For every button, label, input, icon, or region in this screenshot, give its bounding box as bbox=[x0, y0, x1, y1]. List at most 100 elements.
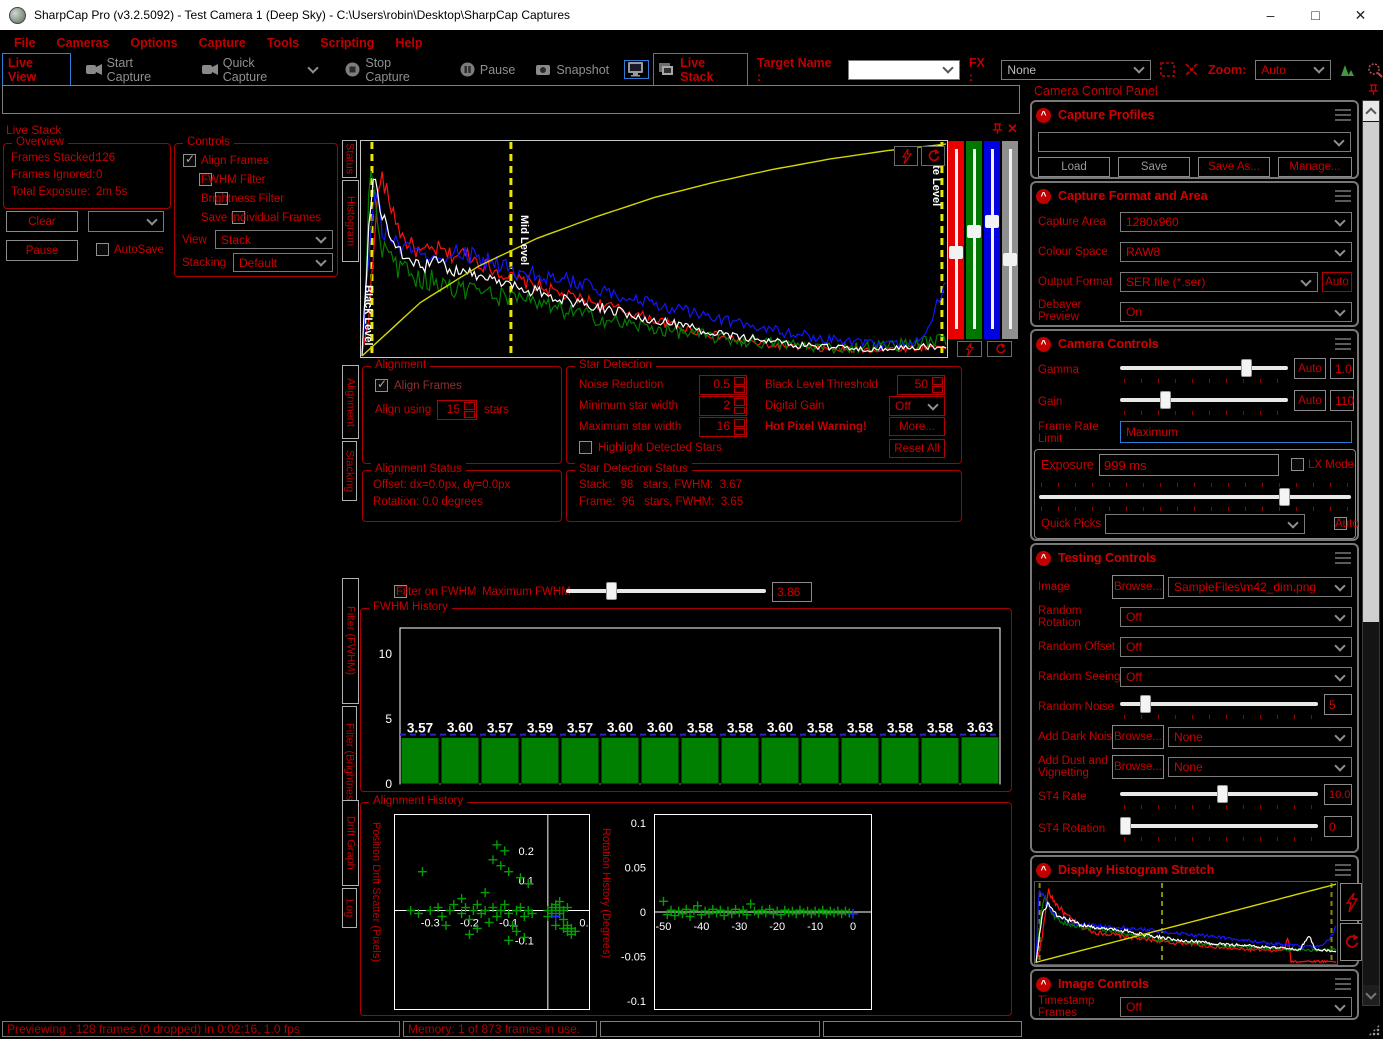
stretch-apply-button[interactable] bbox=[957, 341, 982, 357]
align-frames-checkbox-2[interactable] bbox=[375, 377, 388, 392]
save-as-profile-button[interactable]: Save As... bbox=[1198, 157, 1270, 177]
output-format-select[interactable]: SER file (*.ser) bbox=[1120, 272, 1318, 292]
snapshot-button[interactable]: Snapshot bbox=[530, 60, 615, 80]
panel-scrollbar[interactable] bbox=[1362, 100, 1380, 1006]
random-noise-slider[interactable] bbox=[1120, 695, 1318, 713]
stretch-reset-button[interactable] bbox=[987, 341, 1012, 357]
tab-stacking[interactable]: Stacking bbox=[342, 441, 357, 501]
scroll-up-button[interactable] bbox=[1363, 101, 1379, 121]
quick-capture-button[interactable]: Quick Capture bbox=[196, 53, 331, 87]
collapse-icon[interactable]: ^ bbox=[1036, 976, 1051, 992]
load-profile-button[interactable]: Load bbox=[1038, 157, 1110, 177]
close-button[interactable]: ✕ bbox=[1338, 0, 1383, 30]
lx-mode-checkbox[interactable] bbox=[1291, 458, 1304, 471]
gain-auto-button[interactable]: Auto bbox=[1294, 390, 1326, 411]
stacking-select[interactable]: Default bbox=[233, 253, 333, 272]
pin-icon[interactable] bbox=[1368, 84, 1379, 96]
reset-stretch-button[interactable] bbox=[921, 146, 945, 166]
slider-thumb[interactable] bbox=[985, 214, 999, 228]
target-name-select[interactable] bbox=[848, 59, 960, 80]
collapse-icon[interactable]: ^ bbox=[1036, 336, 1051, 352]
section-menu-icon[interactable] bbox=[1335, 114, 1351, 116]
view-select[interactable]: Stack bbox=[215, 230, 333, 249]
clear-button[interactable]: Clear bbox=[6, 211, 78, 232]
manage-profiles-button[interactable]: Manage... bbox=[1278, 157, 1352, 177]
green-level-slider[interactable] bbox=[966, 141, 982, 339]
collapse-icon[interactable]: ^ bbox=[1036, 862, 1051, 878]
collapse-icon[interactable]: ^ bbox=[1036, 188, 1051, 204]
tab-filter-fwhm[interactable]: Filter (FWHM) bbox=[342, 578, 359, 704]
collapse-icon[interactable]: ^ bbox=[1036, 550, 1051, 566]
slider-thumb[interactable] bbox=[967, 224, 981, 238]
scrollbar-thumb[interactable] bbox=[1363, 122, 1379, 622]
min-star-width-spinner[interactable]: 2 bbox=[699, 396, 747, 416]
random-offset-select[interactable]: Off bbox=[1120, 637, 1352, 657]
menu-capture[interactable]: Capture bbox=[199, 36, 246, 50]
align-stars-spinner[interactable]: 15 bbox=[437, 400, 477, 420]
auto-stretch-button[interactable] bbox=[894, 146, 918, 166]
resize-grip[interactable] bbox=[1368, 1024, 1380, 1036]
st4-rotation-slider[interactable] bbox=[1120, 817, 1318, 835]
align-frames-checkbox[interactable] bbox=[183, 152, 196, 167]
capture-area-select[interactable]: 1280x960 bbox=[1120, 212, 1352, 232]
max-star-width-spinner[interactable]: 16 bbox=[699, 417, 747, 437]
red-level-slider[interactable] bbox=[948, 141, 964, 339]
menu-options[interactable]: Options bbox=[130, 36, 177, 50]
maximize-button[interactable]: □ bbox=[1293, 0, 1338, 30]
display-stretch-chart[interactable] bbox=[1034, 881, 1338, 965]
output-format-auto-button[interactable]: Auto bbox=[1322, 272, 1352, 292]
dark-noise-select[interactable]: None bbox=[1168, 727, 1352, 747]
dark-noise-browse-button[interactable]: Browse... bbox=[1112, 725, 1164, 749]
selection-area-icon[interactable] bbox=[1160, 62, 1175, 77]
menu-scripting[interactable]: Scripting bbox=[320, 36, 374, 50]
save-options-select[interactable] bbox=[88, 211, 164, 232]
start-capture-button[interactable]: Start Capture bbox=[80, 53, 187, 87]
black-level-threshold-spinner[interactable]: 50 bbox=[897, 375, 945, 395]
pause-button[interactable]: Pause bbox=[454, 59, 521, 80]
live-view-button[interactable]: Live View bbox=[2, 52, 71, 87]
menu-help[interactable]: Help bbox=[395, 36, 422, 50]
minimize-button[interactable]: – bbox=[1248, 0, 1293, 30]
menu-cameras[interactable]: Cameras bbox=[57, 36, 110, 50]
noise-reduction-spinner[interactable]: 0.5 bbox=[699, 375, 747, 395]
random-rotation-select[interactable]: Off bbox=[1120, 607, 1352, 627]
clear-selection-icon[interactable] bbox=[1184, 62, 1199, 77]
tab-histogram[interactable]: Histogram bbox=[342, 180, 359, 262]
magnifier-icon[interactable] bbox=[1367, 62, 1383, 78]
timestamp-frames-select[interactable]: Off bbox=[1120, 997, 1352, 1017]
gamma-auto-button[interactable]: Auto bbox=[1294, 358, 1326, 379]
histogram-tool-icon[interactable] bbox=[1340, 62, 1358, 77]
collapse-icon[interactable]: ^ bbox=[1036, 107, 1051, 123]
fullscreen-preview-button[interactable] bbox=[624, 60, 650, 79]
section-menu-icon[interactable] bbox=[1335, 343, 1351, 345]
section-menu-icon[interactable] bbox=[1335, 983, 1351, 985]
tab-status[interactable]: Status bbox=[342, 140, 357, 178]
save-profile-button[interactable]: Save bbox=[1118, 157, 1190, 177]
image-browse-button[interactable]: Browse... bbox=[1112, 575, 1164, 599]
pin-icon[interactable] bbox=[992, 123, 1003, 135]
dust-browse-button[interactable]: Browse... bbox=[1112, 755, 1164, 779]
blue-level-slider[interactable] bbox=[984, 141, 1000, 339]
exposure-slider[interactable] bbox=[1039, 488, 1351, 506]
image-select[interactable]: SampleFiles\m42_dim.png bbox=[1168, 577, 1352, 597]
slider-thumb[interactable] bbox=[1003, 253, 1017, 267]
gamma-slider[interactable] bbox=[1120, 359, 1288, 377]
stretch-auto-button[interactable] bbox=[1340, 883, 1362, 921]
section-menu-icon[interactable] bbox=[1335, 557, 1351, 559]
slider-thumb[interactable] bbox=[949, 246, 963, 260]
profile-select[interactable] bbox=[1038, 132, 1351, 152]
live-stack-button[interactable]: Live Stack bbox=[653, 52, 748, 87]
autosave-checkbox[interactable] bbox=[96, 243, 109, 256]
scroll-down-button[interactable] bbox=[1363, 985, 1379, 1005]
reset-all-button[interactable]: Reset All bbox=[889, 439, 945, 458]
stretch-reset-button-2[interactable] bbox=[1340, 923, 1362, 961]
livestack-pause-button[interactable]: Pause bbox=[6, 240, 78, 261]
fx-select[interactable]: None bbox=[1001, 59, 1152, 80]
maximum-fwhm-slider[interactable] bbox=[566, 582, 766, 600]
digital-gain-select[interactable]: Off bbox=[889, 396, 945, 416]
tab-alignment[interactable]: Alignment bbox=[342, 365, 359, 439]
gain-slider[interactable] bbox=[1120, 391, 1288, 409]
section-menu-icon[interactable] bbox=[1335, 195, 1351, 197]
random-seeing-select[interactable]: Off bbox=[1120, 667, 1352, 687]
zoom-select[interactable]: Auto bbox=[1255, 59, 1332, 80]
